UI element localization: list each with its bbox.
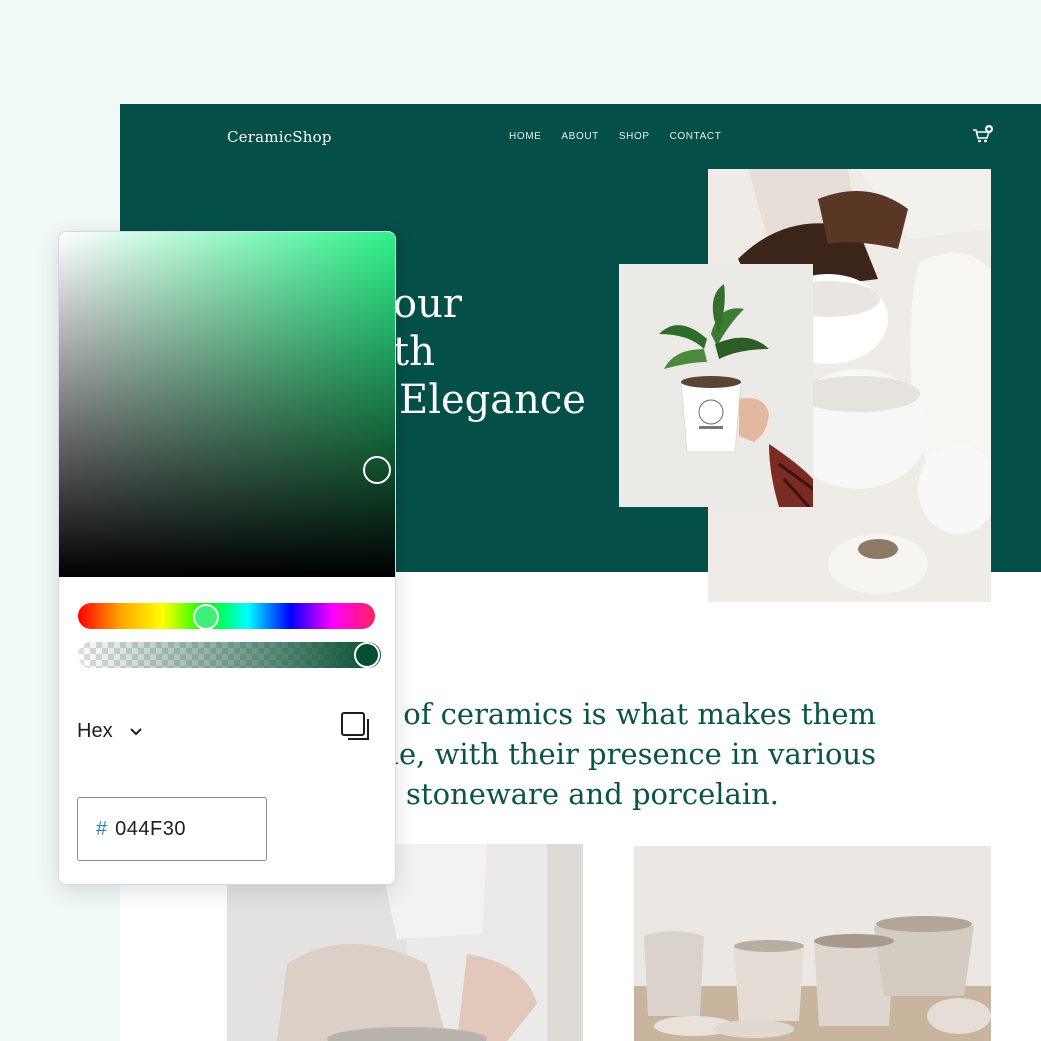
nav-item-shop[interactable]: SHOP bbox=[619, 131, 650, 142]
hue-slider[interactable] bbox=[78, 603, 375, 629]
shopping-cart-icon[interactable] bbox=[972, 124, 996, 146]
color-mode-select[interactable]: Hex bbox=[77, 720, 143, 743]
color-picker-panel: Hex # 044F30 bbox=[58, 231, 396, 885]
copy-icon[interactable] bbox=[339, 710, 373, 744]
site-logo[interactable]: CeramicShop bbox=[227, 128, 332, 146]
hue-slider-handle[interactable] bbox=[193, 604, 219, 630]
nav-item-home[interactable]: HOME bbox=[509, 131, 541, 142]
main-nav: HOME ABOUT SHOP CONTACT bbox=[509, 131, 721, 142]
saturation-handle[interactable] bbox=[363, 456, 391, 484]
ceramic-cups-photo bbox=[634, 846, 991, 1041]
hex-value[interactable]: 044F30 bbox=[115, 818, 186, 841]
hash-prefix: # bbox=[96, 817, 108, 840]
nav-item-contact[interactable]: CONTACT bbox=[670, 131, 722, 142]
plant-mug-photo bbox=[619, 264, 813, 507]
hex-input-field[interactable]: # 044F30 bbox=[77, 797, 267, 861]
alpha-slider[interactable] bbox=[78, 642, 381, 668]
color-mode-label: Hex bbox=[77, 720, 113, 742]
alpha-slider-handle[interactable] bbox=[354, 642, 380, 668]
nav-item-about[interactable]: ABOUT bbox=[561, 131, 598, 142]
saturation-value-area[interactable] bbox=[59, 232, 395, 577]
chevron-down-icon bbox=[129, 727, 142, 735]
